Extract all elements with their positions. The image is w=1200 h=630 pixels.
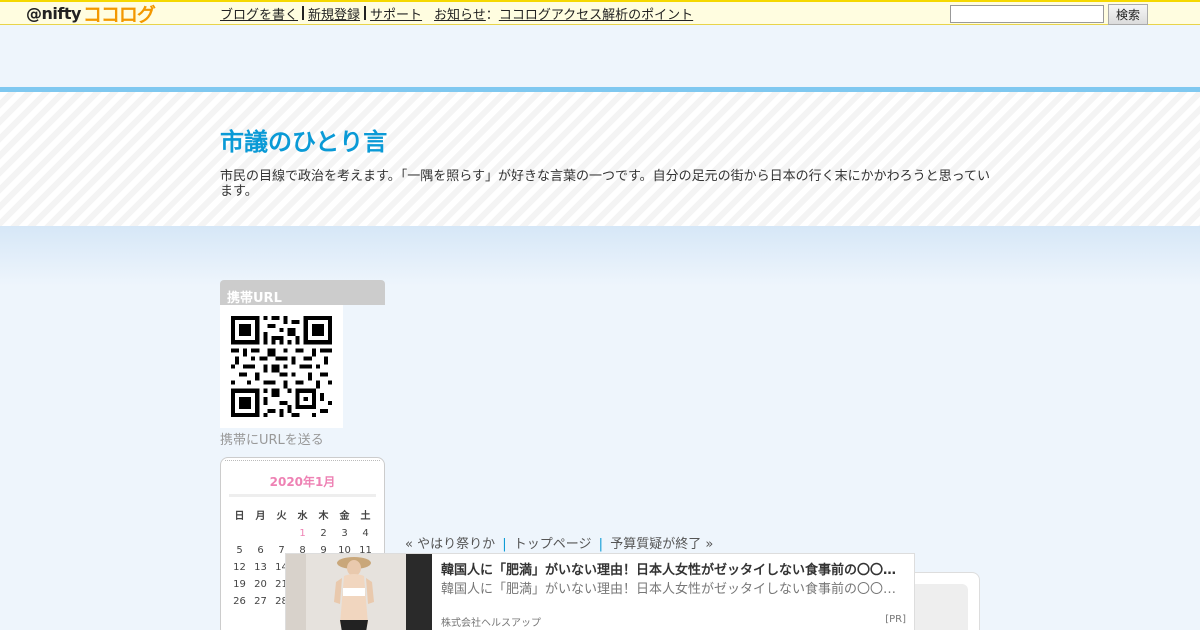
calendar-divider: [229, 494, 376, 497]
notice-separator: ：: [485, 7, 499, 23]
nav-divider: |: [598, 537, 604, 552]
calendar-day: 4: [362, 528, 369, 539]
ad-company: 株式会社ヘルスアップ: [441, 618, 541, 629]
header-shadow-band: [0, 226, 1200, 286]
qr-code-icon: [231, 316, 332, 417]
nav-divider: |: [502, 537, 507, 552]
prev-entry-link[interactable]: « やはり祭りか: [405, 537, 495, 552]
notice-article-link[interactable]: ココログアクセス解析のポイント: [499, 4, 693, 23]
calendar-weekday: 水: [297, 511, 308, 522]
calendar-day: 13: [254, 562, 267, 573]
top-page-link[interactable]: トップページ: [514, 537, 592, 552]
sponsored-ad[interactable]: 韓国人に「肥満」がいない理由！日本人女性がゼッタイしない食事前の〇〇… 韓国人に…: [285, 553, 915, 630]
calendar-day: [250, 525, 271, 542]
ad-pr-badge: [PR]: [885, 614, 906, 625]
calendar-day: 27: [254, 596, 267, 607]
calendar-weekday: 土: [360, 511, 371, 522]
ad-image[interactable]: [286, 554, 432, 630]
write-blog-link[interactable]: ブログを書く: [220, 4, 298, 23]
notice-link[interactable]: お知らせ: [434, 4, 486, 23]
logo-main: ココログ: [82, 3, 156, 26]
top-bar: @nifty ココログ ブログを書く 新規登録 サポート お知らせ ： ココログ…: [0, 0, 1200, 26]
calendar-day[interactable]: 1: [292, 525, 313, 542]
calendar-day: 3: [341, 528, 348, 539]
calendar-day: [229, 525, 250, 542]
calendar-weekday: 金: [339, 511, 350, 522]
entry-navigation: « やはり祭りか | トップページ | 予算質疑が終了 »: [405, 533, 713, 552]
support-link[interactable]: サポート: [370, 4, 422, 23]
calendar-day: 26: [233, 596, 246, 607]
nav-divider: [364, 6, 367, 20]
calendar-day: 19: [233, 579, 246, 590]
calendar-day: 6: [257, 545, 264, 556]
search-input[interactable]: [950, 5, 1104, 23]
calendar-day: 20: [254, 579, 267, 590]
ad-photo-icon: [286, 554, 432, 630]
entry-inner-panel: [910, 584, 968, 630]
calendar-day: [271, 525, 292, 542]
logo-prefix: @nifty: [26, 3, 81, 23]
register-link[interactable]: 新規登録: [308, 4, 360, 23]
search-button[interactable]: 検索: [1108, 4, 1148, 25]
calendar-weekday: 日: [234, 511, 245, 522]
top-nav: ブログを書く 新規登録 サポート お知らせ ： ココログアクセス解析のポイント: [220, 3, 693, 23]
nifty-cocolog-logo[interactable]: @nifty ココログ: [26, 2, 156, 26]
qr-code: [220, 305, 343, 428]
blog-title[interactable]: 市議のひとり言: [220, 122, 387, 157]
mobile-url-heading: 携帯URL: [220, 280, 385, 306]
blog-header: 市議のひとり言 市民の目線で政治を考えます。「一隅を照らす」が好きな言葉の一つで…: [0, 87, 1200, 226]
ad-title[interactable]: 韓国人に「肥満」がいない理由！日本人女性がゼッタイしない食事前の〇〇…: [441, 559, 901, 578]
calendar-day: 12: [233, 562, 246, 573]
ad-subtitle[interactable]: 韓国人に「肥満」がいない理由！日本人女性がゼッタイしない食事前の〇〇…: [441, 578, 901, 597]
nav-divider: [302, 6, 305, 20]
blog-description: 市民の目線で政治を考えます。「一隅を照らす」が好きな言葉の一つです。自分の足元の…: [220, 169, 990, 199]
calendar-day: 5: [236, 545, 243, 556]
calendar-weekday: 月: [255, 511, 266, 522]
calendar-day: 2: [320, 528, 327, 539]
next-entry-link[interactable]: 予算質疑が終了 »: [610, 537, 713, 552]
send-url-to-mobile-link[interactable]: 携帯にURLを送る: [220, 429, 324, 448]
calendar-weekday: 木: [318, 511, 329, 522]
calendar-weekday: 火: [276, 511, 287, 522]
calendar-title[interactable]: 2020年1月: [221, 473, 384, 490]
